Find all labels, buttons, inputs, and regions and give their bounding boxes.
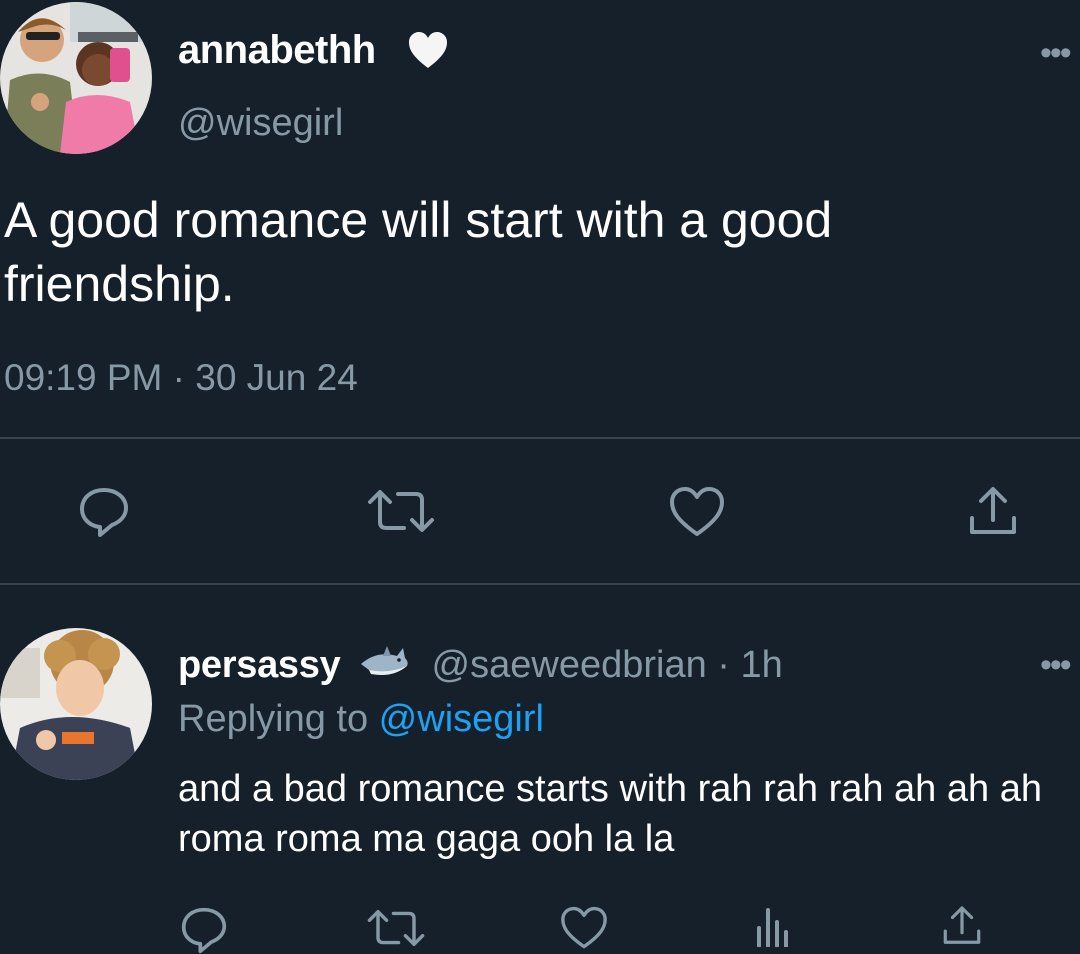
like-icon[interactable] [669,486,725,538]
display-name[interactable]: annabethh [178,28,376,73]
reply-header: persassy @saeweedbrian · 1h [178,642,783,692]
replying-to: Replying to @wisegirl [178,698,544,741]
mention-link[interactable]: @wisegirl [379,698,544,740]
avatar[interactable] [0,2,152,154]
divider [0,583,1080,585]
tweet-text: A good romance will start with a good fr… [4,192,833,312]
retweet-icon[interactable] [366,488,436,534]
handle[interactable]: @saeweedbrian [432,644,707,686]
divider [0,437,1080,439]
timestamp[interactable]: 1h [741,644,783,686]
reply-icon[interactable] [78,486,130,538]
share-icon[interactable] [940,904,984,947]
retweet-icon[interactable] [366,908,426,948]
white-heart-icon [407,30,449,75]
analytics-icon[interactable] [755,904,791,947]
more-options-icon[interactable]: ••• [1040,36,1072,70]
separator: · [706,644,741,687]
avatar[interactable] [0,628,152,780]
timestamp[interactable]: 09:19 PM · 30 Jun 24 [4,357,358,399]
display-name[interactable]: persassy [178,644,341,686]
share-icon[interactable] [966,484,1020,538]
like-icon[interactable] [560,906,608,950]
handle[interactable]: @wisegirl [178,102,343,145]
more-options-icon[interactable]: ••• [1040,648,1072,682]
shark-icon [359,642,411,692]
reply-text: and a bad romance starts with rah rah ra… [178,768,1042,860]
replying-label: Replying to [178,698,379,740]
